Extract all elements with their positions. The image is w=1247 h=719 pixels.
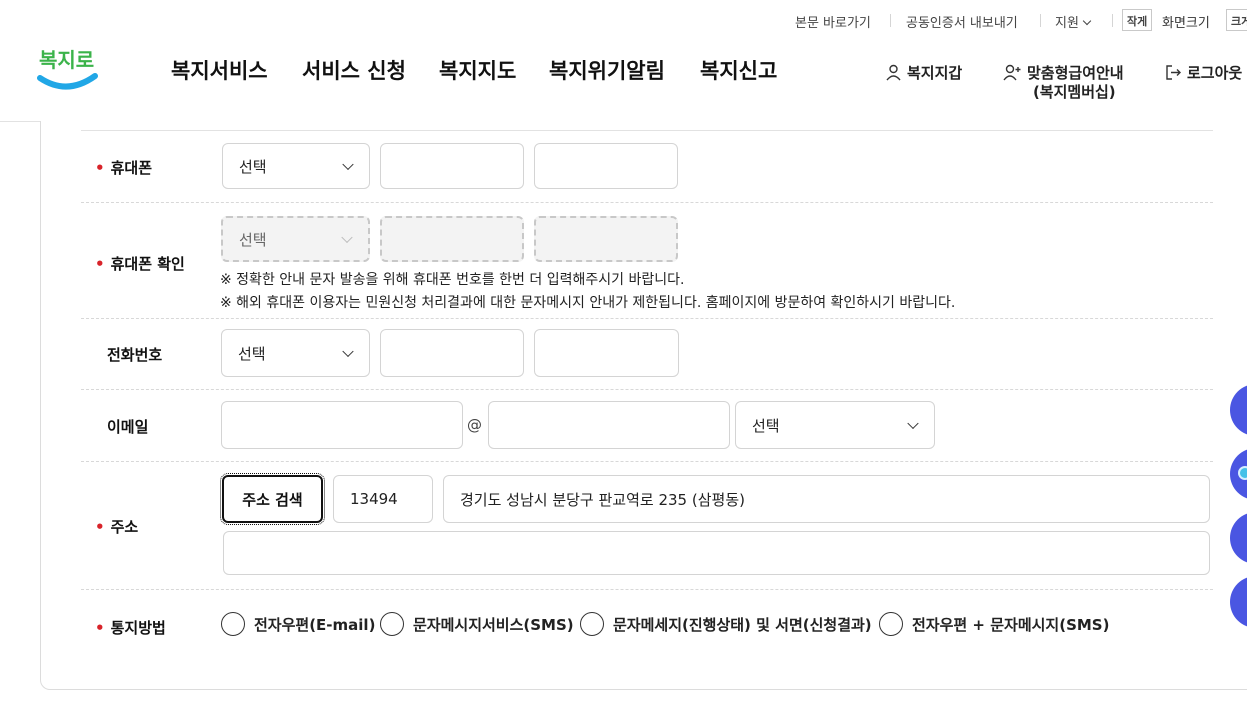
notify-option-email[interactable]: 전자우편(E-mail) [221, 612, 375, 636]
radio-button[interactable] [580, 612, 604, 636]
required-mark: • [95, 255, 105, 273]
mobile-middle-input[interactable] [380, 143, 524, 189]
radio-button[interactable] [879, 612, 903, 636]
membership-label-line1: 맞춤형급여안내 [1027, 64, 1124, 82]
utility-bar: 본문 바로가기 공동인증서 내보내기 지원 작게 화면크기 크게 [0, 9, 1247, 33]
row-divider [81, 318, 1213, 319]
support-label: 지원 [1055, 16, 1079, 31]
support-menu[interactable]: 지원 [1055, 12, 1092, 31]
chevron-down-icon [342, 158, 354, 171]
email-at-sign: @ [467, 416, 482, 434]
mobile-confirm-middle-input [380, 216, 524, 262]
mobile-confirm-note-1: ※ 정확한 안내 문자 발송을 위해 휴대폰 번호를 한번 더 입력해주시기 바… [220, 272, 685, 288]
utility-divider [890, 14, 891, 27]
membership-link[interactable]: 맞춤형급여안내 (복지멤버십) [1003, 62, 1124, 102]
logout-icon [1166, 65, 1181, 80]
chevron-down-icon [907, 417, 919, 430]
mobile-confirm-prefix-select: 선택 [221, 216, 370, 262]
mobile-last-input[interactable] [534, 143, 678, 189]
logout-link[interactable]: 로그아웃 [1165, 62, 1242, 83]
row-divider [81, 461, 1213, 462]
membership-label-line2: (복지멤버십) [1032, 83, 1116, 101]
road-address-input[interactable]: 경기도 성남시 분당구 판교역로 235 (삼평동) [443, 475, 1210, 523]
address-label: • 주소 [95, 518, 139, 536]
gnb-service-apply[interactable]: 서비스 신청 [302, 55, 406, 85]
chatbot-icon [1238, 466, 1247, 480]
required-mark: • [95, 619, 105, 637]
notify-option-sms[interactable]: 문자메시지서비스(SMS) [380, 612, 574, 636]
logo-icon: 복지로 [37, 48, 98, 90]
mobile-label: • 휴대폰 [95, 159, 152, 177]
font-size-label: 화면크기 [1162, 16, 1210, 31]
email-domain-input[interactable] [488, 401, 730, 449]
address-detail-input[interactable] [223, 531, 1210, 575]
mobile-confirm-last-input [534, 216, 678, 262]
radio-button[interactable] [221, 612, 245, 636]
email-label: 이메일 [107, 418, 149, 436]
font-large-button[interactable]: 크게 [1226, 9, 1247, 31]
gnb-welfare-report[interactable]: 복지신고 [700, 55, 777, 85]
notify-method-label: • 통지방법 [95, 619, 166, 637]
required-mark: • [95, 159, 105, 177]
skip-to-content-link[interactable]: 본문 바로가기 [795, 12, 871, 31]
bokjiro-logo[interactable]: 복지로 [37, 40, 101, 96]
row-divider [81, 589, 1213, 590]
row-divider [81, 389, 1213, 390]
phone-last-input[interactable] [534, 329, 679, 377]
row-divider [81, 130, 1213, 131]
phone-middle-input[interactable] [380, 329, 524, 377]
required-mark: • [95, 518, 105, 536]
row-divider [81, 202, 1213, 203]
chevron-down-icon [342, 345, 354, 358]
chevron-down-icon [1082, 16, 1092, 26]
utility-divider [1040, 14, 1041, 27]
gnb-crisis-alert[interactable]: 복지위기알림 [549, 55, 665, 85]
phone-label: 전화번호 [107, 346, 163, 364]
notify-option-sms-and-mail[interactable]: 문자메세지(진행상태) 및 서면(신청결과) [580, 612, 872, 636]
mobile-confirm-note-2: ※ 해외 휴대폰 이용자는 민원신청 처리결과에 대한 문자메시지 안내가 제한… [220, 295, 956, 311]
person-icon [886, 64, 901, 81]
font-small-button[interactable]: 작게 [1122, 9, 1153, 31]
gnb-welfare-map[interactable]: 복지지도 [439, 55, 516, 85]
radio-button[interactable] [380, 612, 404, 636]
zipcode-input[interactable]: 13494 [333, 475, 433, 523]
wallet-label: 복지지갑 [907, 64, 963, 82]
address-search-button[interactable]: 주소 검색 [220, 473, 325, 525]
mobile-confirm-label: • 휴대폰 확인 [95, 255, 185, 273]
phone-area-select[interactable]: 선택 [221, 329, 370, 377]
utility-divider [1112, 14, 1113, 27]
notify-option-email-and-sms[interactable]: 전자우편 + 문자메시지(SMS) [879, 612, 1109, 636]
wallet-link[interactable]: 복지지갑 [885, 62, 962, 83]
gnb-welfare-service[interactable]: 복지서비스 [171, 55, 268, 85]
chevron-down-icon [341, 231, 353, 244]
person-add-icon [1003, 64, 1021, 81]
mobile-prefix-select[interactable]: 선택 [222, 143, 370, 189]
logout-label: 로그아웃 [1187, 64, 1243, 82]
email-domain-select[interactable]: 선택 [735, 401, 935, 449]
certificate-export-link[interactable]: 공동인증서 내보내기 [906, 12, 1018, 31]
email-id-input[interactable] [221, 401, 463, 449]
logo-text: 복지로 [39, 48, 94, 72]
